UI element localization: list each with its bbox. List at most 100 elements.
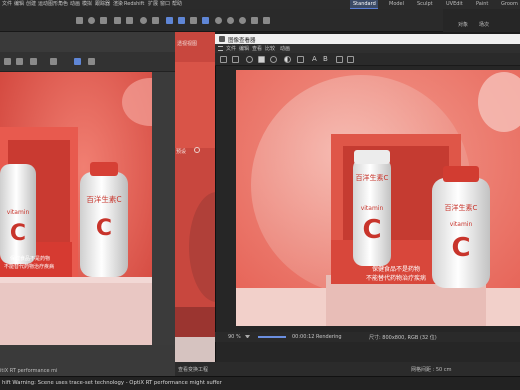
menu-window[interactable]: 窗口 [160, 1, 170, 8]
display-icon[interactable] [50, 58, 57, 65]
render-view-icon[interactable] [178, 17, 185, 24]
filter-icon[interactable] [74, 58, 81, 65]
viewport-label: 透视视图 [177, 41, 198, 47]
viewer-menu-file[interactable]: 文件 [226, 45, 236, 52]
tag-icon[interactable] [251, 17, 258, 24]
hamburger-icon[interactable] [218, 46, 223, 51]
viewport-cam-label: 预设 [176, 149, 187, 155]
swap-icon[interactable] [336, 56, 343, 63]
frame-icon[interactable] [16, 58, 23, 65]
grid-icon[interactable] [30, 58, 37, 65]
left-pane-scrollbar[interactable] [152, 72, 175, 345]
cube-icon[interactable] [114, 17, 121, 24]
menu-tracker[interactable]: 跟踪器 [95, 1, 110, 8]
panel-icon[interactable] [88, 58, 95, 65]
deformer-icon[interactable] [152, 17, 159, 24]
perspective-viewport[interactable] [175, 32, 215, 390]
rotate-tool-icon[interactable] [88, 17, 95, 24]
viewer-menu-compare[interactable]: 比较 [265, 45, 275, 52]
material-icon[interactable] [239, 17, 246, 24]
menu-render[interactable]: 渲染 [113, 1, 123, 8]
main-toolbar [0, 9, 443, 32]
zoom-readout[interactable]: 90 % [228, 334, 241, 340]
rendered-image: 百洋生素C vitamin C 百洋生素C vitamin C 保健食品不是药物… [236, 70, 520, 326]
tab-objects[interactable]: 对象 [458, 21, 468, 28]
menu-character[interactable]: 角色 [58, 1, 68, 8]
app-window: 文件 编辑 创建 运动图形 角色 动画 模拟 跟踪器 渲染 Redshift 扩… [0, 0, 520, 390]
menu-mograph[interactable]: 运动图形 [38, 1, 58, 8]
render-region-icon[interactable] [166, 17, 173, 24]
layout-tab-paint[interactable]: Paint [476, 1, 488, 8]
open-icon[interactable] [220, 56, 227, 63]
layout-tab-model[interactable]: Model [389, 1, 404, 8]
viewer-menu-view[interactable]: 查看 [252, 45, 262, 52]
generator-icon[interactable] [140, 17, 147, 24]
render-bottle2-brand: 百洋生素C [445, 203, 478, 212]
view-transform-label[interactable]: 查看变换 [178, 366, 198, 373]
left-status-text: itiX RT performance mi [0, 368, 58, 374]
menu-animation[interactable]: 动画 [70, 1, 80, 8]
zoom-dropdown-icon[interactable] [245, 335, 250, 339]
viewer-title: 图像查看器 [228, 38, 256, 44]
view-icon[interactable] [4, 58, 11, 65]
viewport-target-icon[interactable] [194, 147, 200, 153]
menu-help[interactable]: 帮助 [172, 1, 182, 8]
render-time: 00:00:12 Rendering [292, 334, 342, 340]
layout-tab-uvedit[interactable]: UVEdit [446, 1, 463, 8]
layout-tab-standard[interactable]: Standard [353, 1, 376, 8]
left-pane-toolbar [0, 52, 175, 72]
layout-tab-groom[interactable]: Groom [501, 1, 518, 8]
render-progress-fill [258, 336, 286, 338]
menu-redshift[interactable]: Redshift [124, 1, 144, 8]
layout-icon[interactable] [347, 56, 354, 63]
stop-icon[interactable] [258, 56, 265, 63]
menu-create[interactable]: 创建 [26, 1, 36, 8]
picture-viewer-titlebar[interactable] [215, 34, 520, 44]
grid-spacing: 网格间距 : 50 cm [411, 367, 452, 373]
region-icon[interactable] [270, 56, 277, 63]
render-bottle1-word: vitamin [361, 205, 384, 212]
compare-icon[interactable] [297, 56, 304, 63]
left-render-image: 百洋生素C C vitamin C 保健食品不是药物 不能替代药物治疗疾病 [0, 72, 152, 345]
ab-a-button[interactable]: A [312, 55, 317, 63]
render-bottle2-letter: C [451, 233, 470, 263]
viewport-statusbar [175, 362, 520, 376]
render-settings-icon[interactable] [263, 17, 270, 24]
left-slogan-2: 不能替代药物治疗疾病 [4, 263, 54, 270]
left-render-preview: 百洋生素C C vitamin C 保健食品不是药物 不能替代药物治疗疾病 [0, 72, 152, 345]
image-size-info: 尺寸: 800x800, RGB (32 位) [369, 335, 437, 341]
left-bottle-word: vitamin [7, 209, 30, 216]
menu-file[interactable]: 文件 [2, 1, 12, 8]
render-icon[interactable] [246, 56, 253, 63]
light-icon[interactable] [227, 17, 234, 24]
render-slogan-1: 保健食品不是药物 [372, 265, 420, 273]
render-bottle1-brand: 百洋生素C [356, 173, 389, 182]
snap-active-icon[interactable] [202, 17, 209, 24]
render-bottle1-letter: C [362, 215, 381, 245]
render-bottle2-word: vitamin [450, 221, 473, 228]
scale-tool-icon[interactable] [100, 17, 107, 24]
left-bottle-brand: 百洋生素C [86, 194, 121, 204]
move-tool-icon[interactable] [76, 17, 83, 24]
contrast-icon[interactable] [284, 56, 291, 63]
left-slogan-1: 保健食品不是药物 [10, 255, 50, 262]
object-manager-header: 对象 场次 [443, 9, 520, 32]
camera-icon[interactable] [215, 17, 222, 24]
viewer-menu-edit[interactable]: 编辑 [239, 45, 249, 52]
project-label[interactable]: 工程 [198, 366, 208, 373]
menu-extensions[interactable]: 扩展 [148, 1, 158, 8]
viewport-scene [175, 32, 215, 390]
left-bottle2-letter: C [10, 221, 26, 246]
menu-edit[interactable]: 编辑 [14, 1, 24, 8]
menu-simulate[interactable]: 模拟 [82, 1, 92, 8]
ab-b-button[interactable]: B [323, 55, 328, 63]
viewer-menu-animation[interactable]: 动画 [280, 45, 290, 52]
warning-message: hift Warning: Scene uses trace-set techn… [2, 380, 222, 386]
tab-takes[interactable]: 场次 [479, 21, 489, 28]
pen-icon[interactable] [126, 17, 133, 24]
grid-snap-icon[interactable] [190, 17, 197, 24]
render-slogan-2: 不能替代药物治疗疾病 [366, 274, 426, 282]
layout-tab-sculpt[interactable]: Sculpt [417, 1, 433, 8]
app-icon [219, 36, 225, 42]
save-icon[interactable] [232, 56, 239, 63]
